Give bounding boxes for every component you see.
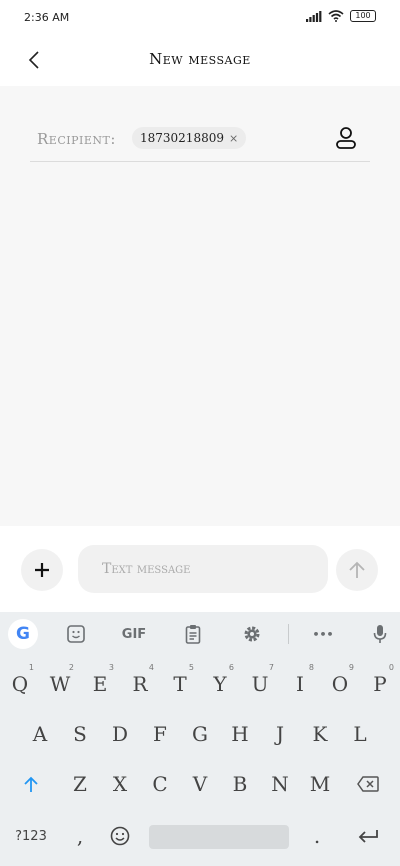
key-i[interactable]: I8	[282, 661, 318, 707]
key-q[interactable]: Q1	[2, 661, 38, 707]
key-hint: 7	[268, 663, 274, 672]
key-p[interactable]: P0	[362, 661, 398, 707]
shift-arrow-icon	[24, 776, 38, 792]
wifi-icon	[328, 10, 344, 22]
page-title: New message	[149, 50, 251, 68]
status-bar: 2:36 AM 100	[0, 0, 400, 36]
google-icon[interactable]: G	[8, 619, 38, 649]
key-t[interactable]: T5	[162, 661, 198, 707]
key-label: I	[296, 672, 304, 696]
key-hint: 3	[108, 663, 114, 672]
add-contact-button[interactable]	[332, 124, 360, 152]
emoji-key[interactable]	[102, 813, 138, 859]
recipient-label: Recipient:	[37, 130, 116, 148]
compose-bar	[0, 526, 400, 612]
key-d[interactable]: D	[102, 711, 138, 757]
key-l[interactable]: L	[342, 711, 378, 757]
space-key[interactable]	[149, 825, 289, 849]
key-label: W	[49, 672, 71, 696]
key-s[interactable]: S	[62, 711, 98, 757]
key-v[interactable]: V	[182, 761, 218, 807]
keyboard-toolbar: G GIF •••	[0, 612, 400, 656]
emoji-icon	[110, 826, 130, 846]
enter-key[interactable]	[350, 813, 386, 859]
key-g[interactable]: G	[182, 711, 218, 757]
more-options-icon[interactable]: •••	[308, 620, 338, 648]
message-input[interactable]	[78, 545, 328, 593]
key-hint: 5	[188, 663, 194, 672]
key-o[interactable]: O9	[322, 661, 358, 707]
recipient-row: Recipient: 18730218809 ×	[30, 118, 370, 162]
backspace-key[interactable]	[350, 761, 386, 807]
key-b[interactable]: B	[222, 761, 258, 807]
symbols-key[interactable]: ?123	[13, 813, 49, 859]
battery-icon: 100	[350, 10, 376, 22]
plus-icon	[35, 563, 49, 577]
key-a[interactable]: A	[22, 711, 58, 757]
send-button[interactable]	[336, 549, 378, 591]
key-m[interactable]: M	[302, 761, 338, 807]
key-hint: 6	[228, 663, 234, 672]
key-n[interactable]: N	[262, 761, 298, 807]
comma-key[interactable]: ,	[62, 813, 98, 859]
key-u[interactable]: U7	[242, 661, 278, 707]
key-f[interactable]: F	[142, 711, 178, 757]
key-hint: 9	[348, 663, 354, 672]
key-hint: 8	[308, 663, 314, 672]
key-hint: 4	[148, 663, 154, 672]
settings-gear-icon[interactable]	[237, 620, 267, 648]
sticker-icon[interactable]	[61, 620, 91, 648]
key-hint: 2	[68, 663, 74, 672]
key-h[interactable]: H	[222, 711, 258, 757]
status-icons: 100	[306, 10, 376, 22]
key-label: Y	[213, 672, 227, 696]
key-j[interactable]: J	[262, 711, 298, 757]
backspace-icon	[357, 776, 379, 792]
key-label: T	[173, 672, 187, 696]
shift-key[interactable]	[13, 761, 49, 807]
key-hint: 0	[388, 663, 394, 672]
key-c[interactable]: C	[142, 761, 178, 807]
clipboard-icon[interactable]	[178, 620, 208, 648]
status-time: 2:36 AM	[24, 11, 70, 24]
key-label: O	[331, 672, 349, 696]
key-hint: 1	[28, 663, 34, 672]
recipient-chip-text: 18730218809	[140, 131, 224, 145]
key-r[interactable]: R4	[122, 661, 158, 707]
key-w[interactable]: W2	[42, 661, 78, 707]
key-label: R	[132, 672, 148, 696]
key-z[interactable]: Z	[62, 761, 98, 807]
key-x[interactable]: X	[102, 761, 138, 807]
key-label: U	[251, 672, 269, 696]
key-label: P	[373, 672, 387, 696]
microphone-icon[interactable]	[365, 620, 395, 648]
person-icon	[336, 127, 356, 149]
add-attachment-button[interactable]	[21, 549, 63, 591]
enter-icon	[358, 830, 378, 843]
header: New message	[0, 36, 400, 86]
period-key[interactable]: .	[299, 813, 335, 859]
gif-button[interactable]: GIF	[119, 620, 149, 648]
chip-remove-icon[interactable]: ×	[229, 132, 238, 145]
recipient-chip[interactable]: 18730218809 ×	[132, 127, 247, 149]
key-e[interactable]: E3	[82, 661, 118, 707]
key-label: Q	[11, 672, 29, 696]
signal-icon	[306, 10, 322, 22]
key-k[interactable]: K	[302, 711, 338, 757]
arrow-up-icon	[349, 561, 365, 578]
toolbar-divider	[288, 624, 289, 644]
key-y[interactable]: Y6	[202, 661, 238, 707]
key-label: E	[92, 672, 108, 696]
keyboard: G GIF ••• Q 1 W 2 E 3 R 4 T 5 Y 6 U 7 I …	[0, 612, 400, 866]
